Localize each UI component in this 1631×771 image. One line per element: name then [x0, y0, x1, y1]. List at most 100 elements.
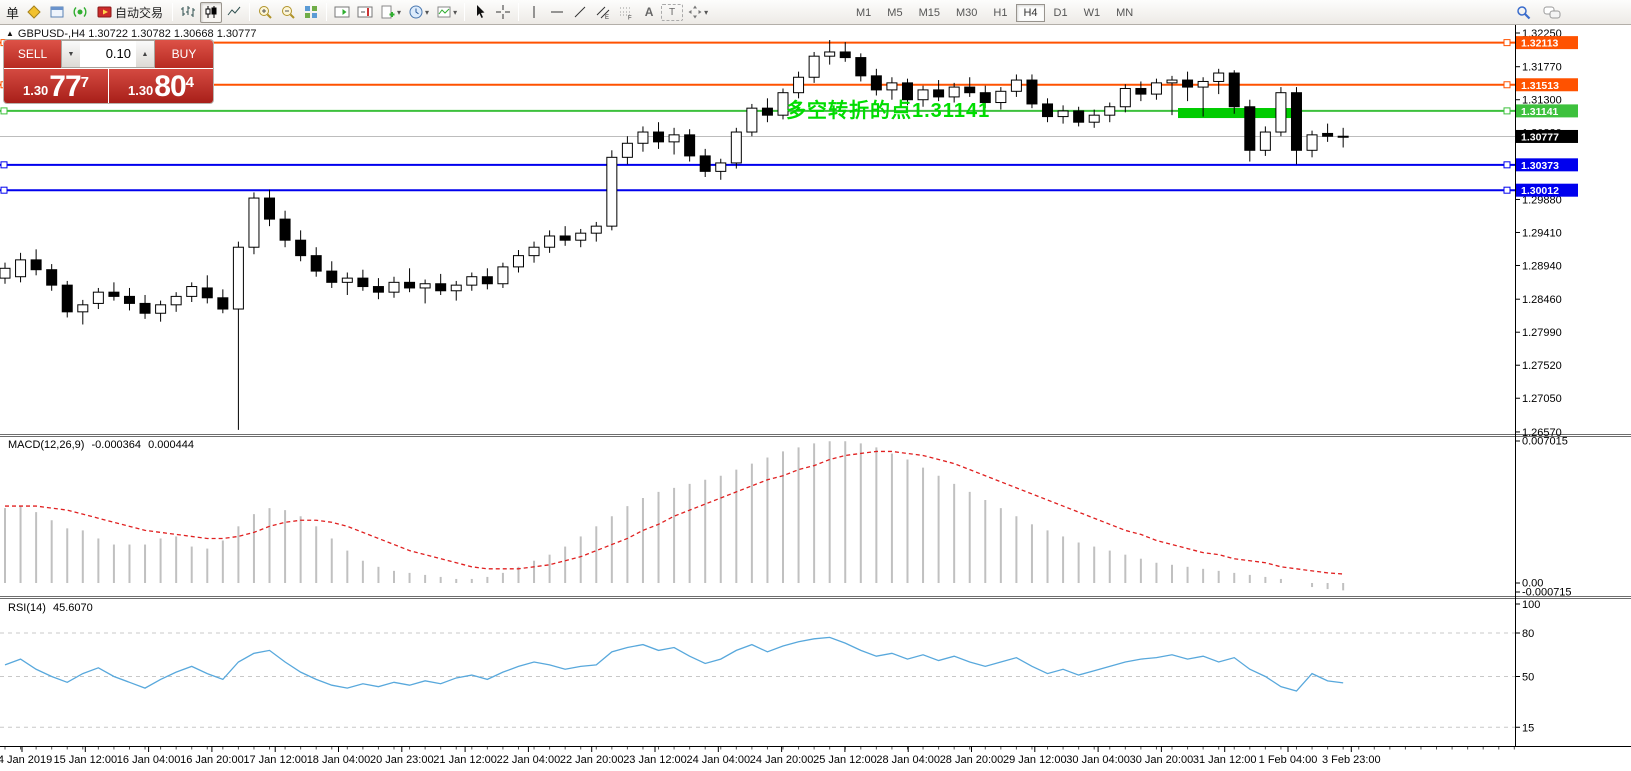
- candle-bull: [1089, 115, 1099, 122]
- volume-decrease-button[interactable]: ▼: [62, 41, 80, 67]
- line-anchor[interactable]: [1, 108, 7, 114]
- line-anchor[interactable]: [1504, 108, 1510, 114]
- autotrading-icon: [97, 4, 113, 20]
- buy-price-button[interactable]: 1.30 80 4: [109, 69, 213, 103]
- candle-bull: [622, 143, 632, 157]
- candle-bear: [1074, 111, 1084, 122]
- signal-icon[interactable]: [69, 2, 91, 23]
- chart-bars-icon[interactable]: [177, 2, 199, 23]
- vertical-line-icon[interactable]: [523, 2, 545, 23]
- collapse-arrow-icon[interactable]: ▲: [6, 29, 14, 38]
- menu-label[interactable]: 单: [3, 3, 22, 22]
- tab-timeframe-m15[interactable]: M15: [912, 4, 947, 22]
- zoom-out-icon[interactable]: [277, 2, 299, 23]
- candle-bull: [545, 236, 555, 247]
- chart-annotation-text[interactable]: 多空转折的点1.31141: [786, 94, 990, 123]
- tab-timeframe-d1[interactable]: D1: [1047, 4, 1075, 22]
- candle-bull: [638, 132, 648, 143]
- price-tick-label: 1.27990: [1522, 327, 1562, 339]
- tab-timeframe-h4[interactable]: H4: [1016, 4, 1044, 22]
- line-anchor[interactable]: [1, 162, 7, 168]
- cursor-icon[interactable]: [469, 2, 491, 23]
- time-axis-label: 21 Jan 12:00: [433, 754, 497, 766]
- candle-bull: [1260, 132, 1270, 150]
- text-label-icon[interactable]: T: [661, 4, 683, 21]
- candle-bull: [794, 77, 804, 92]
- line-anchor[interactable]: [1504, 40, 1510, 46]
- candle-bear: [405, 282, 415, 288]
- volume-field[interactable]: 0.10: [80, 41, 136, 67]
- price-badge-label: 1.30373: [1521, 160, 1559, 172]
- arrows-tool-button[interactable]: ▾: [684, 2, 711, 23]
- macd-name: MACD(12,26,9): [8, 439, 84, 451]
- line-anchor[interactable]: [1, 187, 7, 193]
- candle-bear: [31, 260, 41, 270]
- tab-timeframe-h1[interactable]: H1: [986, 4, 1014, 22]
- horizontal-line-icon[interactable]: [546, 2, 568, 23]
- price-tick-label: 1.28460: [1522, 294, 1562, 306]
- candle-bear: [1136, 88, 1146, 94]
- chart-shift-icon[interactable]: [354, 2, 376, 23]
- chat-icon[interactable]: [1542, 2, 1564, 23]
- candle-bull: [529, 247, 539, 255]
- trend-line-icon[interactable]: [569, 2, 591, 23]
- separator: [518, 3, 519, 21]
- text-icon[interactable]: A: [638, 2, 660, 23]
- candle-bear: [1229, 73, 1239, 107]
- candle-bear: [1043, 104, 1053, 117]
- svg-text:F: F: [628, 16, 632, 21]
- candle-bull: [1198, 81, 1208, 87]
- candle-bull: [233, 247, 243, 309]
- chart-candles-icon[interactable]: [200, 2, 222, 23]
- crosshair-icon[interactable]: [492, 2, 514, 23]
- macd-signal-value: 0.000444: [148, 439, 194, 451]
- candle-bull: [451, 285, 461, 291]
- buy-button[interactable]: BUY: [155, 40, 213, 68]
- candle-bull: [1105, 107, 1115, 115]
- new-order-icon[interactable]: [23, 2, 45, 23]
- profiles-button[interactable]: ▾: [405, 2, 432, 23]
- candle-bear: [700, 156, 710, 171]
- line-anchor[interactable]: [1504, 187, 1510, 193]
- one-click-trading-panel: SELL ▼ 0.10 ▲ BUY 1.30 77 7 1.30 80 4: [4, 40, 213, 103]
- tab-timeframe-w1[interactable]: W1: [1077, 4, 1108, 22]
- tab-timeframe-mn[interactable]: MN: [1109, 4, 1140, 22]
- candle-bull: [93, 292, 103, 303]
- new-chart-button[interactable]: ▾: [377, 2, 404, 23]
- fibonacci-icon[interactable]: F: [615, 2, 637, 23]
- candle-bull: [389, 282, 399, 292]
- symbol-title: GBPUSD-,H4: [18, 28, 85, 40]
- price-tick-label: 1.27050: [1522, 393, 1562, 405]
- sell-price-button[interactable]: 1.30 77 7: [4, 69, 108, 103]
- line-anchor[interactable]: [1504, 82, 1510, 88]
- autotrading-button[interactable]: 自动交易: [92, 2, 168, 23]
- line-anchor[interactable]: [1504, 162, 1510, 168]
- tab-timeframe-m1[interactable]: M1: [849, 4, 878, 22]
- search-icon[interactable]: [1512, 2, 1534, 23]
- tile-windows-icon[interactable]: [300, 2, 322, 23]
- chart-line-icon[interactable]: [223, 2, 245, 23]
- time-axis-label: 20 Jan 23:00: [370, 754, 434, 766]
- price-tick-label: 1.29410: [1522, 227, 1562, 239]
- market-watch-icon[interactable]: [46, 2, 68, 23]
- templates-button[interactable]: ▾: [433, 2, 460, 23]
- sell-button[interactable]: SELL: [4, 40, 61, 68]
- candle-bull: [171, 296, 181, 304]
- candle-bear: [840, 52, 850, 58]
- rsi-pane: 100805015: [0, 599, 1540, 734]
- rsi-axis-label: 100: [1522, 599, 1540, 611]
- auto-scroll-icon[interactable]: [331, 2, 353, 23]
- channel-icon[interactable]: E: [592, 2, 614, 23]
- tab-timeframe-m30[interactable]: M30: [949, 4, 984, 22]
- zoom-in-icon[interactable]: [254, 2, 276, 23]
- price-badge-label: 1.31513: [1521, 80, 1559, 92]
- time-axis[interactable]: 14 Jan 201915 Jan 12:0016 Jan 04:0016 Ja…: [0, 747, 1631, 767]
- candle-bear: [436, 284, 446, 291]
- candle-bull: [16, 260, 26, 277]
- volume-increase-button[interactable]: ▲: [136, 41, 154, 67]
- trade-panel-top-row: SELL ▼ 0.10 ▲ BUY: [4, 40, 213, 68]
- candle-bear: [685, 135, 695, 156]
- tab-timeframe-m5[interactable]: M5: [880, 4, 909, 22]
- time-axis-label: 22 Jan 20:00: [560, 754, 624, 766]
- time-axis-label: 14 Jan 2019: [0, 754, 52, 766]
